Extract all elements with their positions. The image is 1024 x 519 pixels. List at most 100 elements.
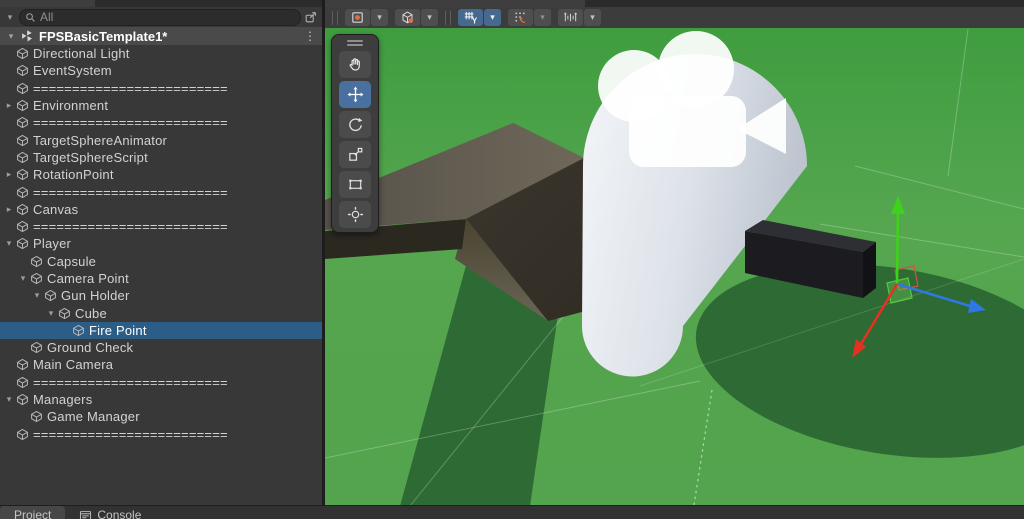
hierarchy-item-label: ========================= bbox=[33, 219, 228, 235]
caret-open-icon[interactable]: ▾ bbox=[2, 238, 16, 249]
hierarchy-separator[interactable]: ========================= bbox=[0, 114, 322, 131]
scene-collapse-icon[interactable]: ▾ bbox=[4, 31, 18, 42]
transform-tool[interactable] bbox=[339, 201, 371, 228]
hierarchy-item-label: Managers bbox=[33, 392, 93, 408]
caret-closed-icon[interactable]: ▸ bbox=[2, 100, 16, 111]
grid-visibility-y-icon[interactable]: Y bbox=[458, 9, 483, 26]
palette-drag-handle[interactable] bbox=[335, 37, 375, 48]
caret-closed-icon[interactable]: ▸ bbox=[2, 169, 16, 180]
hierarchy-item[interactable]: ▾ Camera Point bbox=[0, 270, 322, 287]
hierarchy-tab-stub[interactable] bbox=[0, 0, 95, 7]
move-tool[interactable] bbox=[339, 81, 371, 108]
caret-open-icon[interactable]: ▾ bbox=[44, 308, 58, 319]
hierarchy-separator[interactable]: ========================= bbox=[0, 426, 322, 443]
toolbar-drag-handle[interactable] bbox=[332, 10, 338, 25]
scene-header[interactable]: ▾ FPSBasicTemplate1* ⋮ bbox=[0, 27, 322, 45]
hierarchy-item-label: ========================= bbox=[33, 80, 228, 96]
hierarchy-separator[interactable]: ========================= bbox=[0, 374, 322, 391]
caret-open-icon[interactable]: ▾ bbox=[30, 290, 44, 301]
cube-icon bbox=[17, 169, 28, 181]
hierarchy-item-label: Player bbox=[33, 236, 72, 252]
hierarchy-item[interactable]: ▾ Player bbox=[0, 235, 322, 252]
search-scope-caret-icon[interactable]: ▾ bbox=[4, 12, 16, 23]
cube-icon bbox=[17, 100, 28, 112]
hierarchy-item[interactable]: ▸ Environment bbox=[0, 97, 322, 114]
hierarchy-separator[interactable]: ========================= bbox=[0, 218, 322, 235]
hierarchy-item[interactable]: TargetSphereAnimator bbox=[0, 131, 322, 148]
axis-y-arrow[interactable] bbox=[895, 211, 900, 285]
scale-tool[interactable] bbox=[339, 141, 371, 168]
hierarchy-item-label: Capsule bbox=[47, 253, 97, 269]
scene-3d-render[interactable] bbox=[325, 28, 1024, 505]
scene-viewport[interactable] bbox=[325, 28, 1024, 505]
orientation-dropdown[interactable]: ▾ bbox=[421, 9, 438, 26]
toolbar-drag-handle-2[interactable] bbox=[445, 10, 451, 25]
unity-scene-icon bbox=[22, 30, 33, 42]
hierarchy-item-label: EventSystem bbox=[33, 63, 112, 79]
cube-icon bbox=[17, 82, 28, 94]
orientation-cube-icon[interactable] bbox=[395, 9, 420, 26]
scene-tab-stub[interactable] bbox=[325, 0, 585, 7]
tool-palette bbox=[331, 34, 379, 233]
caret-closed-icon[interactable]: ▸ bbox=[2, 204, 16, 215]
hierarchy-item[interactable]: Directional Light bbox=[0, 45, 322, 62]
hierarchy-item-label: Canvas bbox=[33, 201, 79, 217]
grid-snap-icon[interactable] bbox=[508, 9, 533, 26]
cube-icon bbox=[31, 411, 42, 423]
caret-open-icon[interactable]: ▾ bbox=[16, 273, 30, 284]
hierarchy-item[interactable]: ▸ Canvas bbox=[0, 201, 322, 218]
cube-icon bbox=[17, 186, 28, 198]
hierarchy-item-label: Ground Check bbox=[47, 340, 134, 356]
pivot-dropdown[interactable]: ▾ bbox=[371, 9, 388, 26]
hierarchy-item[interactable]: EventSystem bbox=[0, 62, 322, 79]
hierarchy-item-label: ========================= bbox=[33, 426, 228, 442]
rect-tool[interactable] bbox=[339, 171, 371, 198]
hierarchy-tabstrip bbox=[0, 0, 322, 7]
hierarchy-item[interactable]: Main Camera bbox=[0, 356, 322, 373]
cube-icon bbox=[17, 48, 28, 60]
search-field[interactable] bbox=[19, 8, 301, 26]
pivot-center-icon[interactable] bbox=[345, 9, 370, 26]
hierarchy-item-label: ========================= bbox=[33, 184, 228, 200]
snap-increment-dropdown[interactable]: ▾ bbox=[584, 9, 601, 26]
hand-tool[interactable] bbox=[339, 51, 371, 78]
cube-icon bbox=[59, 307, 70, 319]
hierarchy-item-label: Fire Point bbox=[89, 322, 147, 338]
search-input[interactable] bbox=[40, 10, 295, 24]
hierarchy-item[interactable]: Capsule bbox=[0, 253, 322, 270]
cube-icon bbox=[17, 359, 28, 371]
tab-project[interactable]: Project bbox=[0, 506, 66, 519]
grid-snap-dropdown[interactable]: ▾ bbox=[534, 9, 551, 26]
hierarchy-item[interactable]: Fire Point bbox=[0, 321, 322, 340]
hierarchy-item[interactable]: TargetSphereScript bbox=[0, 149, 322, 166]
hierarchy-item-label: Environment bbox=[33, 98, 109, 114]
hierarchy-item[interactable]: ▾ Gun Holder bbox=[0, 287, 322, 304]
unity-editor-window: ▾ ▾ bbox=[0, 0, 1024, 519]
hierarchy-item[interactable]: ▾ Managers bbox=[0, 391, 322, 408]
hierarchy-item-label: Directional Light bbox=[33, 46, 130, 62]
cube-icon bbox=[31, 255, 42, 267]
hierarchy-item[interactable]: Ground Check bbox=[0, 339, 322, 356]
grid-visibility-dropdown[interactable]: ▾ bbox=[484, 9, 501, 26]
cube-icon bbox=[17, 428, 28, 440]
scene-view-panel: ▾ ▾ Y ▾ ▾ ▾ bbox=[325, 0, 1024, 505]
snap-increment-icon[interactable] bbox=[558, 9, 583, 26]
cube-icon bbox=[17, 376, 28, 388]
tab-console[interactable]: Console bbox=[65, 506, 155, 519]
hierarchy-item[interactable]: ▸ RotationPoint bbox=[0, 166, 322, 183]
open-search-window-icon[interactable] bbox=[304, 10, 318, 24]
hierarchy-tree: Directional Light EventSystem ==========… bbox=[0, 45, 322, 505]
hierarchy-separator[interactable]: ========================= bbox=[0, 80, 322, 97]
hierarchy-separator[interactable]: ========================= bbox=[0, 183, 322, 200]
console-icon bbox=[80, 510, 92, 519]
hierarchy-item[interactable]: Game Manager bbox=[0, 408, 322, 425]
cube-icon bbox=[17, 238, 28, 250]
cube-icon bbox=[17, 203, 28, 215]
hierarchy-item[interactable]: ▾ Cube bbox=[0, 304, 322, 321]
cube-icon bbox=[17, 134, 28, 146]
hierarchy-item-label: TargetSphereAnimator bbox=[33, 132, 168, 148]
caret-open-icon[interactable]: ▾ bbox=[2, 394, 16, 405]
gizmo-plane-handle-y[interactable] bbox=[886, 277, 913, 304]
rotate-tool[interactable] bbox=[339, 111, 371, 138]
kebab-menu-icon[interactable]: ⋮ bbox=[304, 29, 316, 43]
